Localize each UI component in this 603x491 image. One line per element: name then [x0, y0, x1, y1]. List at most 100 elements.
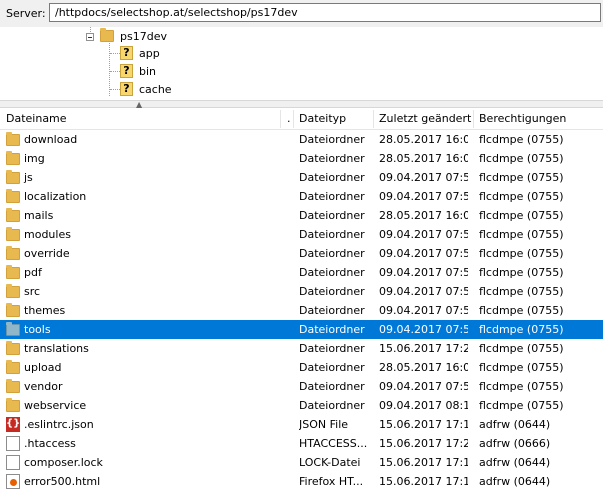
file-name: .eslintrc.json — [24, 418, 94, 431]
pane-splitter[interactable]: ▲ — [0, 100, 603, 109]
file-modified: 28.05.2017 16:0... — [379, 152, 468, 165]
question-mark-icon: ? — [120, 64, 133, 78]
file-row[interactable]: modules Dateiordner 09.04.2017 07:5... flcd… — [0, 225, 603, 244]
file-modified: 15.06.2017 17:1... — [379, 418, 468, 431]
file-permissions: flcdmpe (0755) — [479, 304, 564, 317]
file-name: js — [24, 171, 33, 184]
file-row[interactable]: pdf Dateiordner 09.04.2017 07:5... flcdmpe … — [0, 263, 603, 282]
file-permissions: flcdmpe (0755) — [479, 266, 564, 279]
file-name: download — [24, 133, 78, 146]
file-permissions: flcdmpe (0755) — [479, 285, 564, 298]
file-row[interactable]: error500.html Firefox HT... 15.06.2017 17:… — [0, 472, 603, 491]
file-row[interactable]: img Dateiordner 28.05.2017 16:0... flcdmpe … — [0, 149, 603, 168]
tree-connector — [110, 53, 120, 54]
question-mark-icon: ? — [120, 46, 133, 60]
file-row[interactable]: themes Dateiordner 09.04.2017 07:5... flcdm… — [0, 301, 603, 320]
file-name: vendor — [24, 380, 63, 393]
file-row[interactable]: src Dateiordner 09.04.2017 07:5... flcdmpe … — [0, 282, 603, 301]
file-permissions: flcdmpe (0755) — [479, 190, 564, 203]
file-row[interactable]: webservice Dateiordner 09.04.2017 08:1... f… — [0, 396, 603, 415]
file-name: modules — [24, 228, 71, 241]
file-name: webservice — [24, 399, 87, 412]
file-row[interactable]: tools Dateiordner 09.04.2017 07:5... flcdmp… — [0, 320, 603, 339]
file-permissions: adfrw (0644) — [479, 456, 551, 469]
file-name: override — [24, 247, 70, 260]
file-name: mails — [24, 209, 54, 222]
file-modified: 09.04.2017 07:5... — [379, 380, 468, 393]
file-type: Dateiordner — [299, 209, 365, 222]
file-modified: 28.05.2017 16:0... — [379, 133, 468, 146]
column-header-name[interactable]: Dateiname — [0, 108, 280, 129]
server-bar: Server: — [0, 0, 603, 28]
tree-node-app[interactable]: ? app — [120, 44, 160, 62]
collapse-toggle[interactable] — [86, 33, 94, 41]
file-modified: 15.06.2017 17:1... — [379, 456, 468, 469]
file-type: Dateiordner — [299, 133, 365, 146]
file-modified: 09.04.2017 08:1... — [379, 399, 468, 412]
file-permissions: flcdmpe (0755) — [479, 323, 564, 336]
file-modified: 28.05.2017 16:0... — [379, 361, 468, 374]
file-name: upload — [24, 361, 62, 374]
file-type: Dateiordner — [299, 228, 365, 241]
file-row[interactable]: vendor Dateiordner 09.04.2017 07:5... flcdm… — [0, 377, 603, 396]
file-type: JSON File — [299, 418, 349, 431]
file-modified: 09.04.2017 07:5... — [379, 247, 468, 260]
file-type: Dateiordner — [299, 304, 365, 317]
file-modified: 15.06.2017 17:2... — [379, 342, 468, 355]
file-permissions: flcdmpe (0755) — [479, 399, 564, 412]
file-row[interactable]: composer.lock LOCK-Datei 15.06.2017 17:1..… — [0, 453, 603, 472]
file-modified: 15.06.2017 17:2... — [379, 437, 468, 450]
file-row[interactable]: upload Dateiordner 28.05.2017 16:0... flcdm… — [0, 358, 603, 377]
file-row[interactable]: localization Dateiordner 09.04.2017 07:5..… — [0, 187, 603, 206]
file-name: translations — [24, 342, 89, 355]
file-type: Dateiordner — [299, 380, 365, 393]
file-type: Dateiordner — [299, 266, 365, 279]
file-row[interactable]: download Dateiordner 28.05.2017 16:0... flc… — [0, 130, 603, 149]
tree-node-cache[interactable]: ? cache — [120, 80, 172, 98]
file-permissions: flcdmpe (0755) — [479, 171, 564, 184]
file-modified: 28.05.2017 16:0... — [379, 209, 468, 222]
file-permissions: flcdmpe (0755) — [479, 342, 564, 355]
column-header-extension[interactable]: . — [281, 108, 293, 129]
tree-node-label: app — [139, 46, 160, 60]
file-name: img — [24, 152, 45, 165]
tree-node-ps17dev[interactable]: ps17dev — [100, 27, 167, 45]
file-permissions: adfrw (0644) — [479, 418, 551, 431]
file-modified: 09.04.2017 07:5... — [379, 285, 468, 298]
file-row[interactable]: translations Dateiordner 15.06.2017 17:2..… — [0, 339, 603, 358]
file-type: LOCK-Datei — [299, 456, 361, 469]
file-type: Dateiordner — [299, 323, 365, 336]
file-row[interactable]: override Dateiordner 09.04.2017 07:5... flc… — [0, 244, 603, 263]
file-name: pdf — [24, 266, 42, 279]
file-row[interactable]: .htaccess HTACCESS... 15.06.2017 17:2... ad… — [0, 434, 603, 453]
file-type: Dateiordner — [299, 152, 365, 165]
tree-node-bin[interactable]: ? bin — [120, 62, 156, 80]
file-modified: 09.04.2017 07:5... — [379, 171, 468, 184]
server-path-input[interactable] — [49, 3, 601, 22]
file-type: HTACCESS... — [299, 437, 368, 450]
tree-node-label: cache — [139, 82, 172, 96]
file-permissions: flcdmpe (0755) — [479, 380, 564, 393]
column-header-modified[interactable]: Zuletzt geändert — [373, 108, 473, 129]
file-permissions: adfrw (0644) — [479, 475, 551, 488]
file-row[interactable]: js Dateiordner 09.04.2017 07:5... flcdmpe (… — [0, 168, 603, 187]
file-type: Dateiordner — [299, 399, 365, 412]
file-name: .htaccess — [24, 437, 76, 450]
file-list: Dateiname . Dateityp Zuletzt geändert Be… — [0, 108, 603, 491]
file-permissions: flcdmpe (0755) — [479, 133, 564, 146]
file-name: localization — [24, 190, 87, 203]
file-modified: 09.04.2017 07:5... — [379, 323, 468, 336]
file-modified: 15.06.2017 17:1... — [379, 475, 468, 488]
file-row[interactable]: mails Dateiordner 28.05.2017 16:0... flcdmp… — [0, 206, 603, 225]
column-header-type[interactable]: Dateityp — [293, 108, 373, 129]
file-permissions: flcdmpe (0755) — [479, 247, 564, 260]
column-header-permissions[interactable]: Berechtigungen — [473, 108, 603, 129]
file-permissions: flcdmpe (0755) — [479, 361, 564, 374]
file-permissions: adfrw (0666) — [479, 437, 551, 450]
file-name: themes — [24, 304, 66, 317]
file-name: tools — [24, 323, 51, 336]
file-row[interactable]: {} .eslintrc.json JSON File 15.06.2017 17:1… — [0, 415, 603, 434]
tree-connector — [110, 71, 120, 72]
file-type: Dateiordner — [299, 342, 365, 355]
file-type: Dateiordner — [299, 190, 365, 203]
